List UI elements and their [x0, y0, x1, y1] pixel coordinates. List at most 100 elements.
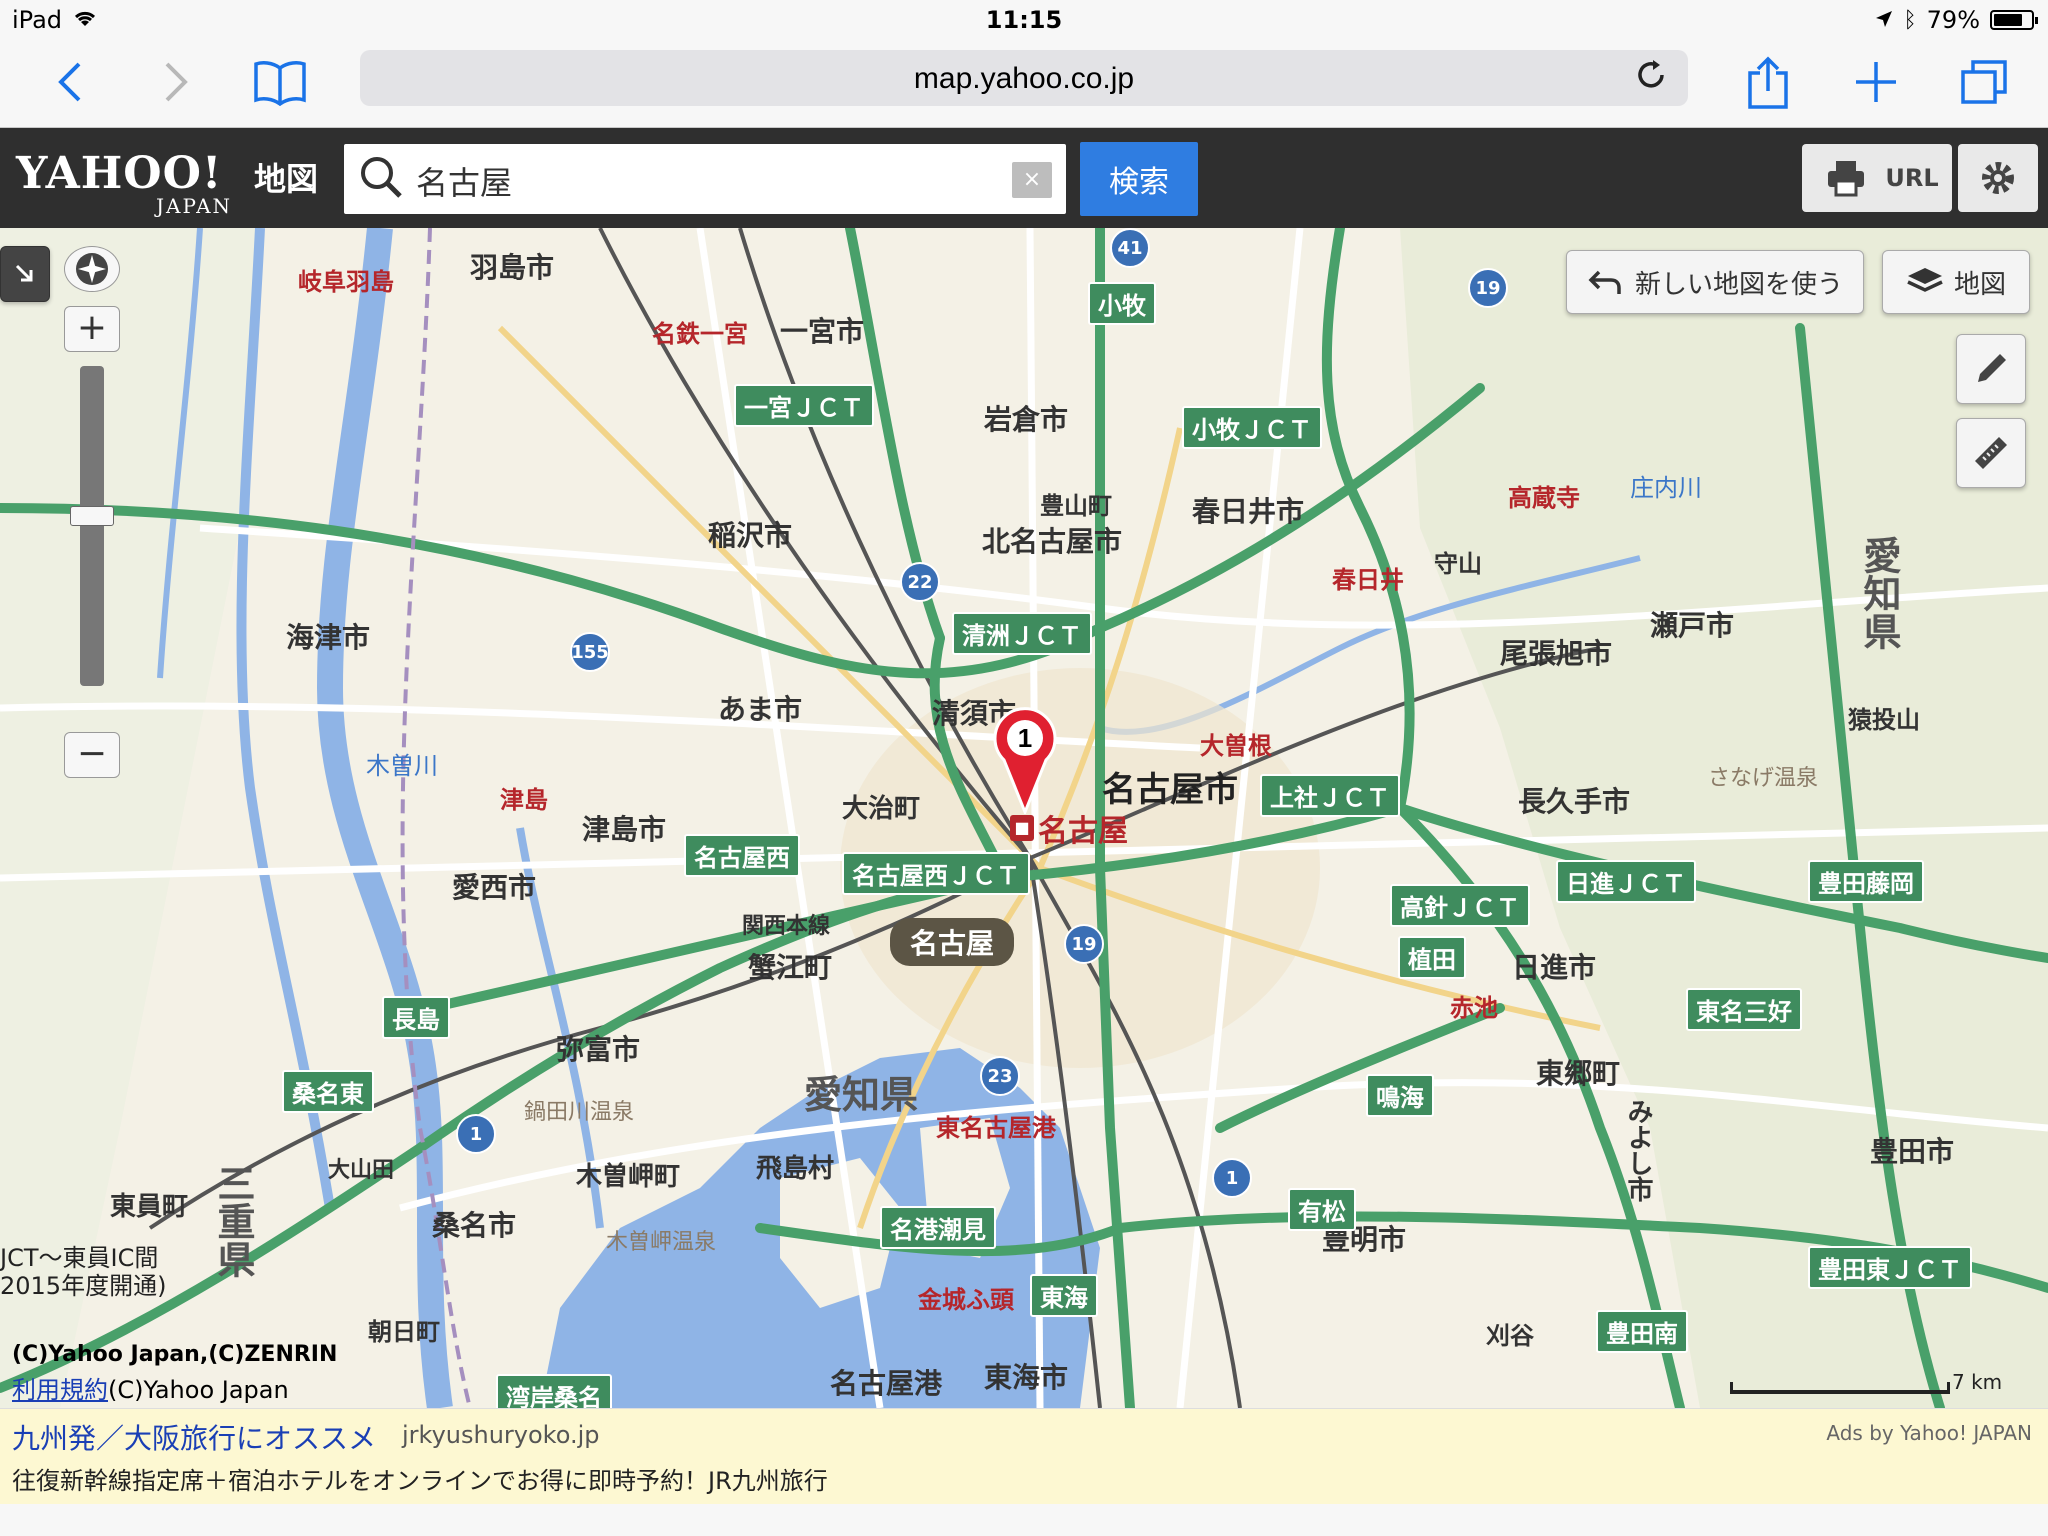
- map-canvas[interactable]: 岐阜羽島 羽島市 名鉄一宮 一宮市 一宮ＪＣＴ 稲沢市 岩倉市 小牧 小牧ＪＣＴ…: [0, 228, 2048, 1408]
- map-note: JCT～東員IC間 2015年度開通): [0, 1244, 166, 1300]
- map-label: 津島: [500, 786, 548, 814]
- map-label: 守山: [1434, 550, 1482, 578]
- settings-button[interactable]: [1958, 144, 2038, 212]
- map-jct-label: 一宮ＪＣＴ: [734, 384, 874, 427]
- station-label: 名古屋: [1038, 814, 1128, 849]
- yahoo-logo[interactable]: YAHOO! JAPAN 地図: [16, 148, 318, 218]
- layers-button[interactable]: 地図: [1882, 250, 2030, 314]
- undo-arrow-icon: [1588, 270, 1621, 294]
- new-map-button[interactable]: 新しい地図を使う: [1566, 250, 1864, 314]
- gear-icon: [1982, 162, 2014, 194]
- map-label: 刈谷: [1486, 1322, 1534, 1350]
- collapse-panel-button[interactable]: [0, 246, 50, 302]
- logo-sub: JAPAN: [156, 194, 233, 218]
- map-label: 瀬戸市: [1650, 609, 1735, 642]
- map-jct-label: 豊田東ＪＣＴ: [1808, 1246, 1972, 1289]
- map-label: 羽島市: [470, 251, 555, 284]
- map-jct-label: 長島: [382, 996, 450, 1039]
- bookmarks-button[interactable]: [250, 52, 310, 112]
- forward-button[interactable]: [146, 52, 206, 112]
- battery-level: [1994, 14, 2023, 26]
- ad-banner[interactable]: 九州発／大阪旅行にオススメ jrkyushuryoko.jp 往復新幹線指定席＋…: [0, 1408, 2048, 1504]
- logo-main: YAHOO!: [16, 148, 223, 199]
- map-pin-marker[interactable]: 1: [990, 704, 1060, 814]
- map-label: 愛知県: [804, 1073, 919, 1117]
- map-label: 鍋田川温泉: [524, 1100, 635, 1125]
- map-label: 岐阜羽島: [298, 268, 394, 296]
- reload-button[interactable]: [1634, 58, 1668, 101]
- scale-line: [1730, 1382, 1950, 1394]
- zoom-out-button[interactable]: −: [64, 732, 120, 778]
- route-shield: 155: [570, 632, 610, 672]
- ad-title[interactable]: 九州発／大阪旅行にオススメ: [12, 1417, 376, 1457]
- map-label: 名古屋港: [830, 1367, 943, 1400]
- yahoo-header: YAHOO! JAPAN 地図 名古屋 × 検索 URL: [0, 128, 2048, 228]
- map-label: あま市: [718, 693, 803, 726]
- tabs-button[interactable]: [1954, 52, 2014, 112]
- chevron-left-icon: [58, 62, 81, 102]
- map-label: 赤池: [1450, 994, 1498, 1022]
- map-jct-label: 小牧ＪＣＴ: [1182, 406, 1322, 449]
- map-label: 高蔵寺: [1508, 484, 1580, 512]
- measure-button[interactable]: [1956, 418, 2026, 488]
- map-label: 関西本線: [742, 914, 831, 939]
- search-button[interactable]: 検索: [1080, 142, 1198, 216]
- route-shield: 19: [1468, 268, 1508, 308]
- back-button[interactable]: [40, 52, 100, 112]
- battery-icon: [1990, 10, 2038, 30]
- url-button[interactable]: URL: [1872, 144, 1952, 212]
- map-label: 朝日町: [368, 1318, 440, 1346]
- map-jct-label: 上社ＪＣＴ: [1260, 774, 1400, 817]
- compass-icon: [76, 253, 108, 285]
- map-jct-label: 植田: [1398, 936, 1466, 979]
- map-jct-label: 清洲ＪＣＴ: [952, 612, 1092, 655]
- terms-row: 利用規約(C)Yahoo Japan: [12, 1370, 289, 1405]
- pin-number: 1: [1018, 723, 1032, 753]
- map-copyright: (C)Yahoo Japan,(C)ZENRIN: [12, 1342, 338, 1367]
- draw-button[interactable]: [1956, 334, 2026, 404]
- pencil-icon: [1978, 354, 2006, 382]
- map-label: 日進市: [1512, 951, 1597, 984]
- map-jct-label: 豊田藤岡: [1808, 860, 1924, 903]
- search-query: 名古屋: [416, 164, 513, 202]
- search-input[interactable]: 名古屋 ×: [344, 144, 1066, 214]
- route-shield: 1: [456, 1114, 496, 1154]
- map-jct-label: 小牧: [1088, 282, 1156, 325]
- map-jct-label: 東海: [1030, 1274, 1098, 1317]
- ruler-icon: [1975, 437, 2007, 469]
- map-label: 弥富市: [556, 1033, 641, 1066]
- map-label: 桑名市: [432, 1209, 517, 1242]
- zoom-control: + −: [64, 246, 120, 806]
- map-label: 木曽岬町: [576, 1162, 681, 1192]
- map-label: 三重県: [211, 1164, 255, 1278]
- zoom-slider-track[interactable]: [80, 366, 104, 686]
- map-label: 愛西市: [452, 871, 537, 904]
- book-icon: [254, 61, 306, 106]
- station-marker[interactable]: ■ 名古屋: [1010, 806, 1128, 850]
- bluetooth-icon: ᛒ: [1903, 7, 1917, 33]
- zoom-in-button[interactable]: +: [64, 306, 120, 352]
- train-icon: ■: [1010, 815, 1034, 841]
- logo-service: 地図: [254, 160, 319, 198]
- map-label: 木曽川: [366, 752, 438, 780]
- map-note-line2: 2015年度開通): [0, 1272, 167, 1300]
- map-jct-label: 東名三好: [1686, 988, 1802, 1031]
- share-button[interactable]: [1738, 52, 1798, 112]
- search-icon: [361, 157, 402, 198]
- new-tab-button[interactable]: [1846, 52, 1906, 112]
- clear-search-button[interactable]: ×: [1012, 162, 1052, 198]
- map-label: 春日井: [1332, 566, 1404, 594]
- map-label: 東名古屋港: [936, 1114, 1056, 1142]
- map-label: 尾張旭市: [1500, 637, 1613, 670]
- url-text: map.yahoo.co.jp: [913, 62, 1135, 95]
- address-bar[interactable]: map.yahoo.co.jp: [360, 50, 1688, 106]
- route-shield: 22: [900, 562, 940, 602]
- page-bottom: [0, 1504, 2048, 1536]
- zoom-slider-thumb[interactable]: [70, 506, 114, 526]
- compass-button[interactable]: [64, 246, 120, 292]
- map-label: 春日井市: [1192, 495, 1305, 528]
- terms-link[interactable]: 利用規約: [12, 1376, 108, 1404]
- map-label: 津島市: [582, 813, 667, 846]
- map-label: 北名古屋市: [982, 525, 1123, 558]
- chevron-right-icon: [165, 62, 188, 102]
